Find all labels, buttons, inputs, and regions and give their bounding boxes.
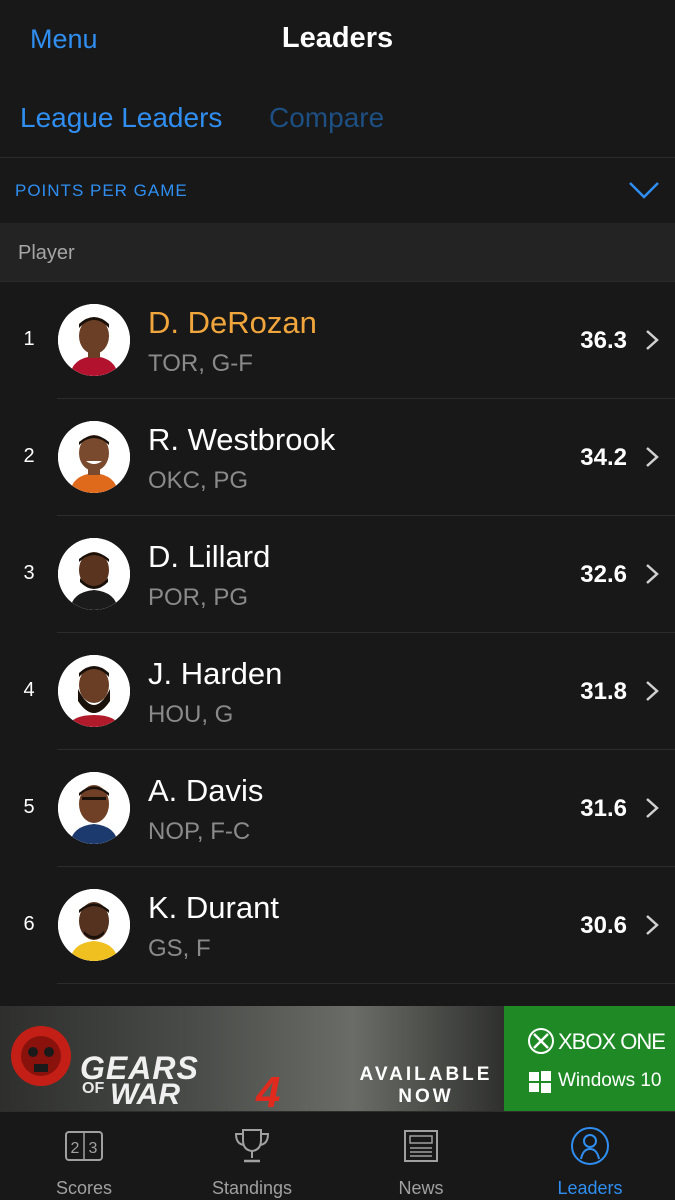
player-team-position: OKC, PG [148,467,249,494]
player-name: R. Westbrook [148,422,336,457]
player-stat-value: 30.6 [580,912,627,939]
windows-logo-icon [529,1071,551,1093]
player-name: J. Harden [148,656,283,691]
ad-brand-of: OF [82,1080,105,1097]
player-stat-value: 31.8 [580,678,627,705]
ad-artwork: GEARS OF WAR 4 AVAILABLE NOW [0,1006,504,1111]
player-stat-value: 36.3 [580,327,627,354]
column-header: Player [0,223,675,282]
column-header-player: Player [18,242,75,264]
player-headshot-icon [58,889,130,961]
player-rank: 5 [23,796,35,818]
player-team-position: TOR, G-F [148,350,253,377]
player-name: D. DeRozan [148,305,317,340]
player-row[interactable]: 4 J. Harden HOU, G 31.8 [0,633,675,750]
chevron-right-icon [646,447,659,467]
leaders-list: 1 D. DeRozan TOR, G-F 36.3 2 R. Westbroo… [0,282,675,984]
ad-brand-war: WAR [110,1078,180,1111]
player-row[interactable]: 2 R. Westbrook OKC, PG 34.2 [0,399,675,516]
player-stat-value: 32.6 [580,561,627,588]
player-row[interactable]: 3 D. Lillard POR, PG 32.6 [0,516,675,633]
player-row[interactable]: 6 K. Durant GS, F 30.6 [0,867,675,984]
player-headshot-icon [58,772,130,844]
player-avatar [58,538,130,610]
tab-news[interactable]: News [337,1112,505,1200]
chevron-right-icon [646,798,659,818]
navigation-bar: Menu Leaders [0,0,675,82]
svg-text:3: 3 [89,1140,98,1157]
player-avatar [58,655,130,727]
chevron-right-icon [646,681,659,701]
tab-compare[interactable]: Compare [269,102,384,134]
player-rank: 2 [23,445,35,467]
stat-category-selector[interactable]: POINTS PER GAME [0,159,675,223]
player-team-position: NOP, F-C [148,818,251,845]
player-avatar [58,421,130,493]
player-headshot-icon [58,655,130,727]
ad-availability: AVAILABLE NOW [359,1064,493,1107]
player-name: A. Davis [148,773,264,808]
svg-text:2: 2 [71,1140,80,1157]
ad-platform-xbox: XBOX ONE [558,1029,666,1054]
tab-label: Leaders [557,1178,623,1198]
chevron-right-icon [646,915,659,935]
page-title: Leaders [281,22,394,54]
player-row[interactable]: 5 A. Davis NOP, F-C 31.6 [0,750,675,867]
ad-banner[interactable]: GEARS OF WAR 4 AVAILABLE NOW XBOX ONE Wi… [0,1006,675,1111]
gears-skull-logo-icon [11,1026,71,1086]
chevron-right-icon [646,330,659,350]
player-avatar [58,889,130,961]
tab-scores[interactable]: 2 3 Scores [0,1112,168,1200]
player-team-position: GS, F [148,935,211,962]
player-rank: 1 [23,328,35,350]
player-rank: 4 [23,679,35,701]
bottom-tab-bar: 2 3 Scores Standings News Leaders [0,1111,675,1200]
player-stat-value: 34.2 [580,444,627,471]
segment-tabs: League Leaders Compare [0,82,675,158]
player-name: D. Lillard [148,539,271,574]
scoreboard-icon: 2 3 [65,1131,103,1161]
trophy-icon [234,1129,270,1163]
tab-league-leaders[interactable]: League Leaders [20,102,222,134]
player-row[interactable]: 1 D. DeRozan TOR, G-F 36.3 [0,282,675,399]
tab-label: Scores [55,1178,113,1198]
player-headshot-icon [58,421,130,493]
player-name: K. Durant [148,890,279,925]
tab-label: Standings [211,1178,293,1198]
chevron-down-icon [629,182,659,199]
tab-leaders[interactable]: Leaders [506,1112,674,1200]
xbox-logo-icon [528,1028,554,1054]
player-headshot-icon [58,538,130,610]
ad-platforms: XBOX ONE Windows 10 [504,1006,675,1111]
player-rank: 6 [23,913,35,935]
tab-standings[interactable]: Standings [168,1112,336,1200]
newspaper-icon [404,1130,438,1162]
leaders-icon [571,1127,609,1165]
chevron-right-icon [646,564,659,584]
player-headshot-icon [58,304,130,376]
player-stat-value: 31.6 [580,795,627,822]
player-avatar [58,304,130,376]
ad-platform-windows: Windows 10 [558,1070,662,1091]
player-rank: 3 [23,562,35,584]
player-team-position: POR, PG [148,584,249,611]
player-avatar [58,772,130,844]
stat-category-label: POINTS PER GAME [15,181,188,200]
tab-label: News [398,1178,444,1198]
ad-brand-number: 4 [256,1068,281,1111]
player-team-position: HOU, G [148,701,234,728]
